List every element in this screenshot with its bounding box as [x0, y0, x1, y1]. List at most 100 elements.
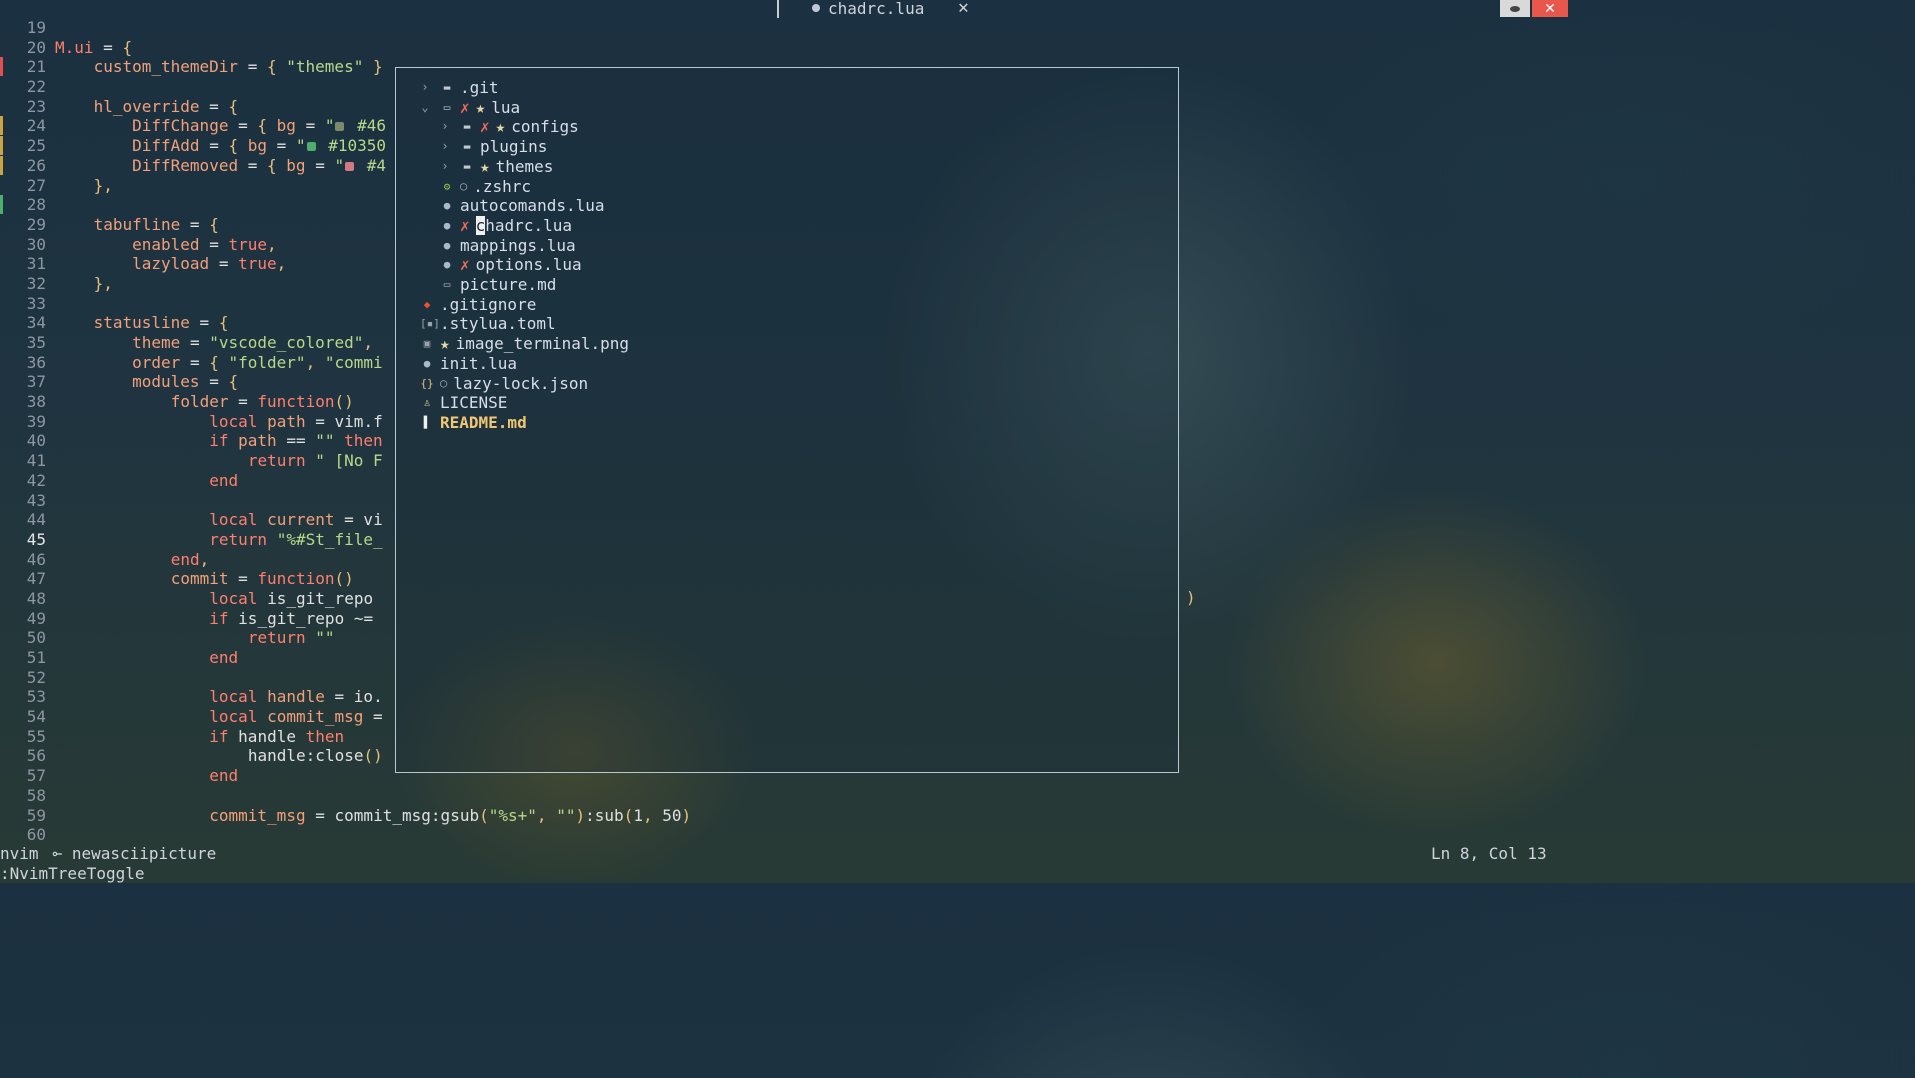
tree-item-license[interactable]: ♙ LICENSE	[420, 393, 508, 413]
tree-item-init-lua[interactable]: ● init.lua	[420, 354, 517, 374]
color-swatch	[335, 122, 345, 132]
chevron-right-icon[interactable]: ›	[440, 117, 450, 137]
ignored-ring-icon: ○	[440, 375, 448, 390]
git-branch: ⟜ newasciipicture	[53, 844, 217, 863]
branch-icon: ⟜	[52, 844, 63, 863]
code-text: DiffRemoved = { bg = " #4	[132, 155, 387, 175]
tree-item-git[interactable]: › ▬ .git	[420, 78, 498, 98]
tree-item-lazy-lock-json[interactable]: {} ○ lazy-lock.json	[420, 374, 588, 394]
line-number: 56	[26, 746, 46, 766]
chevron-right-icon[interactable]: ›	[440, 137, 450, 157]
line-number: 44	[26, 510, 46, 530]
line-number: 25	[26, 136, 46, 156]
line-number: 60	[26, 825, 46, 845]
code-line[interactable]: 60	[0, 825, 1568, 845]
line-number: 26	[26, 155, 46, 175]
line-number: 43	[26, 490, 46, 510]
tree-item-lua[interactable]: ⌄ ▭ ✗ ★ lua	[420, 98, 520, 118]
tree-item-label: themes	[495, 156, 554, 176]
cursor-position: Ln 8, Col 13	[1431, 844, 1547, 863]
bookmark-star-icon: ★	[440, 334, 450, 354]
tree-item-plugins[interactable]: › ▬ plugins	[440, 137, 547, 157]
code-text: order = { "folder", "commi	[132, 352, 383, 372]
window-close-button[interactable]: ✕	[1532, 0, 1568, 17]
code-text: return " [No F	[247, 451, 383, 471]
code-text: local commit_msg =	[209, 707, 383, 727]
ignored-ring-icon: ○	[460, 178, 468, 193]
lua-icon: ●	[443, 218, 451, 232]
toml-icon: [▪]	[420, 317, 440, 331]
code-line[interactable]: 58	[0, 786, 1568, 806]
image-icon: ▣	[423, 337, 431, 351]
folder-icon: ▬	[463, 140, 471, 154]
code-overflow-paren: )	[1186, 588, 1196, 607]
code-line[interactable]: 20 M.ui = {	[0, 38, 1568, 58]
code-text: handle:close()	[247, 746, 383, 766]
code-text: lazyload = true,	[132, 254, 287, 274]
folder-icon: ▬	[463, 159, 471, 173]
tree-item-readme-md[interactable]: ▌ README.md	[420, 413, 527, 433]
tree-item-label: .zshrc	[473, 176, 532, 196]
tree-item-label: README.md	[440, 412, 527, 432]
tree-item-stylua-toml[interactable]: [▪] .stylua.toml	[420, 314, 556, 334]
code-text: custom_themeDir = { "themes" }	[93, 57, 383, 77]
git-modified-icon: ✗	[460, 255, 470, 275]
nvim-tree-popup[interactable]: › ▬ .git ⌄ ▭ ✗ ★ lua › ▬ ✗ ★ configs › ▬ plugins › ▬ ★ them…	[395, 67, 1179, 773]
line-number: 59	[26, 805, 46, 825]
tree-item-themes[interactable]: › ▬ ★ themes	[440, 157, 553, 177]
tree-item-label: picture.md	[460, 275, 557, 294]
lua-icon	[812, 4, 820, 12]
tree-item-options-lua[interactable]: ● ✗ options.lua	[440, 255, 582, 275]
line-number: 58	[26, 785, 46, 805]
tree-item-autocomands-lua[interactable]: ● autocomands.lua	[440, 196, 605, 216]
line-number: 54	[26, 707, 46, 727]
code-text: local path = vim.f	[209, 411, 383, 431]
color-swatch	[306, 142, 316, 152]
tree-item-image-terminal-png[interactable]: ▣ ★ image_terminal.png	[420, 334, 629, 354]
line-number: 36	[26, 352, 46, 372]
tree-item-gitignore[interactable]: ◆ .gitignore	[420, 294, 537, 315]
code-text: hl_override = {	[93, 96, 239, 116]
tree-item-configs[interactable]: › ▬ ✗ ★ configs	[440, 117, 578, 137]
tab-title: chadrc.lua	[828, 0, 925, 18]
markdown-icon: ▭	[443, 278, 451, 291]
line-number: 21	[26, 57, 46, 77]
tree-item-picture-md[interactable]: ▭ picture.md	[440, 275, 557, 295]
line-number: 50	[26, 628, 46, 648]
git-icon: ◆	[423, 297, 431, 311]
code-text: statusline = {	[93, 313, 229, 333]
chevron-down-icon[interactable]: ⌄	[420, 98, 430, 118]
code-text: },	[93, 175, 113, 195]
tree-item-mappings-lua[interactable]: ● mappings.lua	[440, 236, 576, 256]
chevron-right-icon[interactable]: ›	[440, 157, 450, 177]
tree-item-label: lazy-lock.json	[453, 373, 589, 393]
line-number: 57	[26, 766, 46, 786]
tree-item-zshrc[interactable]: ⚙ ○ .zshrc	[440, 177, 531, 197]
code-line[interactable]: 19	[0, 18, 1568, 38]
tree-item-label: image_terminal.png	[455, 334, 630, 354]
eye-icon	[1510, 5, 1520, 12]
tab-chadrc[interactable]: chadrc.lua	[812, 0, 924, 18]
code-text: folder = function()	[170, 392, 354, 412]
code-text: theme = "vscode_colored",	[132, 333, 373, 352]
window-visibility-button[interactable]	[1500, 0, 1530, 17]
git-gutter-mark	[0, 195, 3, 215]
line-number: 32	[26, 273, 46, 293]
tree-item-chadrc-lua[interactable]: ● ✗ chadrc.lua	[440, 215, 572, 236]
tree-item-label: mappings.lua	[460, 235, 576, 255]
code-text: return "%#St_file_	[209, 529, 383, 549]
code-text: M.ui = {	[55, 37, 133, 57]
code-text: commit_msg = commit_msg:gsub("%s+", ""):…	[209, 805, 692, 825]
git-gutter-mark	[0, 155, 3, 175]
tab-close-icon[interactable]: ✕	[958, 0, 969, 18]
tree-item-label: autocomands.lua	[460, 196, 605, 216]
line-number: 51	[26, 648, 46, 667]
chevron-right-icon[interactable]: ›	[420, 78, 430, 98]
folder-icon: ▬	[443, 81, 451, 94]
code-line[interactable]: 59 commit_msg = commit_msg:gsub("%s+", "…	[0, 806, 1568, 826]
tree-item-label: .gitignore	[440, 294, 537, 314]
line-number: 31	[26, 254, 46, 274]
git-gutter-mark	[0, 116, 3, 136]
command-line[interactable]: :NvimTreeToggle	[0, 864, 145, 883]
bookmark-star-icon: ★	[480, 156, 490, 176]
